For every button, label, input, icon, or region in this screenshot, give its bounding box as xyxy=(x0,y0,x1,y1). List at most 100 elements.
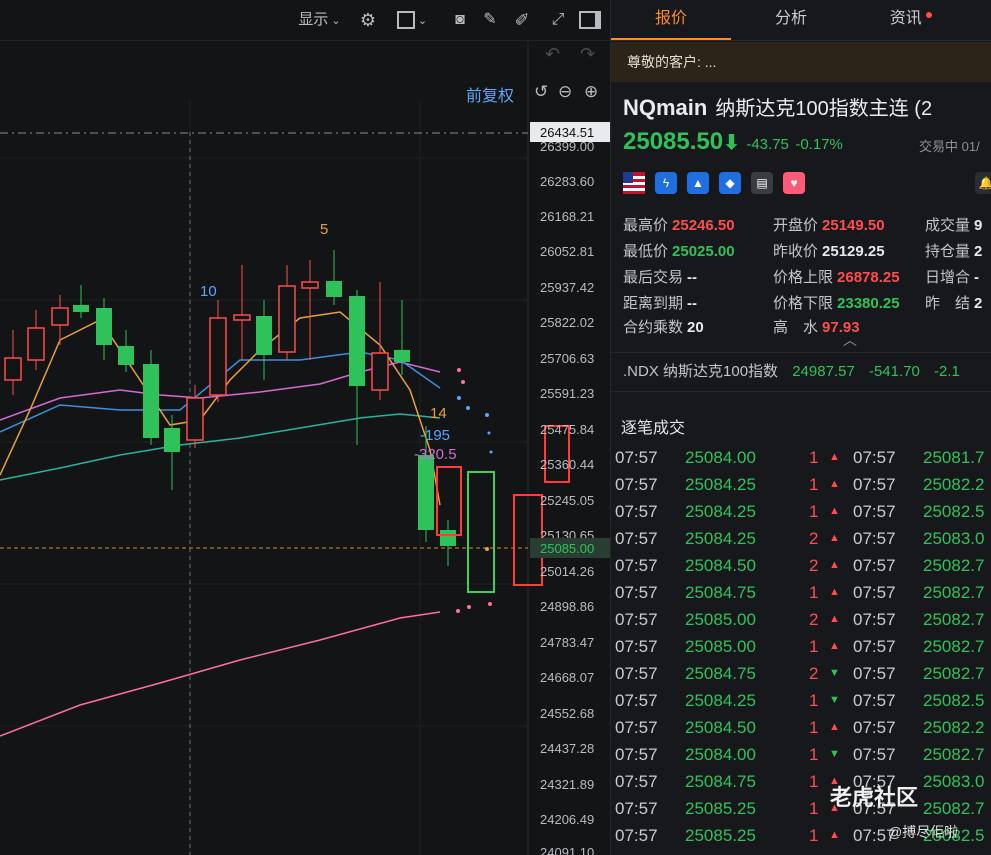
chart-toolbar: 显示 ⌄ ⚙ ⌄ ◙ ✎ ✐ ⤢ xyxy=(0,0,610,41)
stat-open: 开盘价 25149.50 xyxy=(773,217,885,234)
trade-time: 07:57 xyxy=(615,556,658,575)
tag-icon[interactable]: ◆ xyxy=(719,172,741,194)
trade-row: 07:57 25084.50 2 ▲ 07:57 25082.7 xyxy=(611,552,991,579)
trade-qty: 1 xyxy=(809,475,819,494)
trade-price: 25085.00 xyxy=(685,637,756,656)
trade-time: 07:57 xyxy=(615,448,658,467)
trade-time: 07:57 xyxy=(615,691,658,710)
trade-time-2: 07:57 xyxy=(853,583,896,602)
price-axis-label: 25937.42 xyxy=(540,280,594,295)
trade-time: 07:57 xyxy=(615,664,658,683)
pen-draw-icon[interactable]: ✐ xyxy=(510,8,534,32)
note-edit-icon[interactable]: ✎ xyxy=(478,8,502,32)
collapse-chevron-icon[interactable]: ︿ xyxy=(843,330,857,350)
trade-dir-icon: ▲ xyxy=(829,829,840,841)
doc-icon[interactable]: ▤ xyxy=(751,172,773,194)
quote-pane: 报价 分析 资讯 尊敬的客户: ... NQmain 纳斯达克100指数主连 (2… xyxy=(610,0,991,855)
redo-icon[interactable]: ↷ xyxy=(580,44,595,65)
chart-pane[interactable]: 5 10 14 -195 -320.5 26434.51 26399.00 2628… xyxy=(0,0,610,855)
zoom-out-icon[interactable]: ⊖ xyxy=(558,82,572,102)
settings-gear-icon[interactable]: ⚙ xyxy=(356,8,380,32)
stat-limit-down: 价格下限 23380.25 xyxy=(773,295,900,312)
chart-subbar: ↶ ↷ xyxy=(0,40,610,72)
trade-price-2: 25082.5 xyxy=(923,502,985,521)
layout-select-icon[interactable]: ⌄ xyxy=(392,8,432,32)
candle-body xyxy=(209,317,227,396)
price-axis-label: 25706.63 xyxy=(540,351,594,366)
trade-time-2: 07:57 xyxy=(853,691,896,710)
tab-analysis[interactable]: 分析 xyxy=(731,0,851,40)
candle-body xyxy=(256,316,272,355)
pyramid-icon[interactable]: ▲ xyxy=(687,172,709,194)
trade-row: 07:57 25084.75 1 ▲ 07:57 25083.0 xyxy=(611,768,991,795)
bell-icon[interactable]: 🔔 xyxy=(975,172,991,194)
candle-body xyxy=(278,285,296,353)
trade-time-2: 07:57 xyxy=(853,664,896,683)
camera-icon[interactable]: ◙ xyxy=(448,8,472,32)
trade-dir-icon: ▼ xyxy=(829,748,840,760)
trade-price: 25084.50 xyxy=(685,556,756,575)
trade-dir-icon: ▲ xyxy=(829,721,840,733)
price-axis-label: 25014.26 xyxy=(540,564,594,579)
trade-price: 25085.25 xyxy=(685,799,756,818)
customer-notice[interactable]: 尊敬的客户: ... xyxy=(611,42,991,82)
trade-qty: 1 xyxy=(809,583,819,602)
candle-body xyxy=(186,397,204,441)
display-menu[interactable]: 显示 ⌄ xyxy=(292,8,347,32)
reset-icon[interactable]: ↺ xyxy=(534,82,548,102)
trade-price: 25084.75 xyxy=(685,664,756,683)
trade-price-2: 25082.2 xyxy=(923,475,985,494)
price-axis-label: 24668.07 xyxy=(540,670,594,685)
trade-price: 25084.75 xyxy=(685,583,756,602)
trade-time-2: 07:57 xyxy=(853,448,896,467)
ndx-name: 纳斯达克100指数 xyxy=(663,363,779,380)
count-label-neg195: -195 xyxy=(420,427,450,444)
tab-news-label: 资讯 xyxy=(889,10,922,27)
trade-time: 07:57 xyxy=(615,502,658,521)
trade-dir-icon: ▲ xyxy=(829,586,840,598)
trades-title: 逐笔成交 xyxy=(621,420,686,437)
trade-time: 07:57 xyxy=(615,610,658,629)
trade-price-2: 25081.7 xyxy=(923,448,985,467)
trade-row: 07:57 25084.75 2 ▼ 07:57 25082.7 xyxy=(611,660,991,687)
heart-icon[interactable]: ♥ xyxy=(783,172,805,194)
symbol-code: NQmain xyxy=(623,95,708,120)
undo-icon[interactable]: ↶ xyxy=(545,44,560,65)
side-panel-toggle-icon[interactable] xyxy=(578,8,602,32)
expand-icon[interactable]: ⤢ xyxy=(546,8,570,32)
zoom-in-icon[interactable]: ⊕ xyxy=(584,82,598,102)
stat-volume: 成交量 9 xyxy=(925,217,983,234)
trade-qty: 1 xyxy=(809,637,819,656)
trade-time-2: 07:57 xyxy=(853,718,896,737)
candle-body xyxy=(118,346,134,365)
trade-price-2: 25082.7 xyxy=(923,664,985,683)
lightning-icon[interactable]: ϟ xyxy=(655,172,677,194)
chevron-down-icon: ⌄ xyxy=(328,15,341,27)
trade-price: 25084.25 xyxy=(685,502,756,521)
trade-dir-icon: ▲ xyxy=(829,451,840,463)
trade-price: 25085.00 xyxy=(685,610,756,629)
trade-price-2: 25082.7 xyxy=(923,556,985,575)
price-axis-label: 24552.68 xyxy=(540,706,594,721)
trade-status: 交易中 01/ xyxy=(919,139,980,154)
trade-price-2: 25082.5 xyxy=(923,691,985,710)
ndx-index-row[interactable]: .NDX 纳斯达克100指数 24987.57 -541.70 -2.1 xyxy=(611,352,991,392)
tab-news[interactable]: 资讯 xyxy=(851,0,971,40)
candlestick-chart[interactable]: 5 10 14 -195 -320.5 26434.5126399.00 2628… xyxy=(0,0,610,855)
trade-time: 07:57 xyxy=(615,529,658,548)
trade-time-2: 07:57 xyxy=(853,610,896,629)
tab-quote[interactable]: 报价 xyxy=(611,0,731,40)
us-flag-icon[interactable] xyxy=(623,172,645,194)
symbol-title: NQmain 纳斯达克100指数主连 (2 xyxy=(623,92,932,121)
stat-daily-add: 日增合 - xyxy=(925,269,980,286)
price-adjust-link[interactable]: 前复权 xyxy=(466,82,514,106)
price-axis-label: 26434.51 xyxy=(540,125,594,140)
stat-prev-close: 昨收价 25129.25 xyxy=(773,243,885,260)
candle-body xyxy=(371,352,389,391)
trade-time: 07:57 xyxy=(615,772,658,791)
trade-row: 07:57 25084.00 1 ▼ 07:57 25082.7 xyxy=(611,741,991,768)
trade-price-2: 25082.7 xyxy=(923,799,985,818)
trade-time-2: 07:57 xyxy=(853,637,896,656)
stat-low: 最低价 25025.00 xyxy=(623,243,735,260)
ndx-price: 24987.57 xyxy=(792,363,855,380)
